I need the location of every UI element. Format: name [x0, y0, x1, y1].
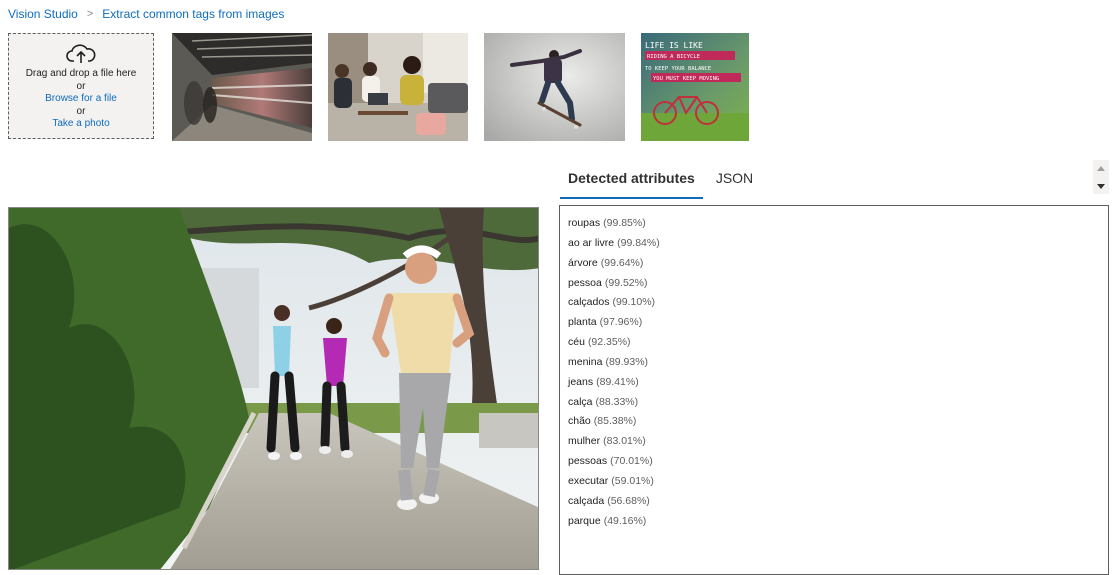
tag-confidence: (99.64%)	[600, 256, 644, 269]
tag-name: calça	[568, 395, 593, 408]
tag-name: pessoa	[568, 276, 602, 289]
scroll-down-arrow-icon[interactable]	[1097, 184, 1105, 189]
poster-text-line4: YOU MUST KEEP MOVING	[653, 76, 719, 82]
tag-name: ao ar livre	[568, 236, 615, 249]
tag-item: jeans (89.41%)	[568, 373, 1100, 393]
tag-name: menina	[568, 355, 603, 368]
tag-item: menina (89.93%)	[568, 353, 1100, 373]
tag-confidence: (56.68%)	[607, 494, 650, 507]
tag-confidence: (88.33%)	[595, 395, 639, 408]
sample-image-skateboarder[interactable]	[484, 33, 625, 141]
tag-item: árvore (99.64%)	[568, 254, 1100, 274]
poster-text-line3: TO KEEP YOUR BALANCE	[645, 66, 711, 72]
tag-item: chão (85.38%)	[568, 412, 1100, 432]
tag-confidence: (97.96%)	[599, 316, 643, 329]
dropzone-or: or	[76, 80, 86, 92]
detected-attributes-panel: roupas (99.85%) ao ar livre (99.84%) árvore(…	[559, 205, 1109, 575]
tag-list: roupas (99.85%) ao ar livre (99.84%) árvore(…	[568, 214, 1100, 532]
poster-text-line2: RIDING A BICYCLE	[647, 54, 700, 60]
tag-confidence: (59.01%)	[611, 474, 654, 487]
tag-name: calçada	[568, 494, 605, 507]
tag-confidence: (99.10%)	[612, 296, 656, 309]
tag-name: calçados	[568, 296, 610, 309]
tag-item: parque (49.16%)	[568, 512, 1100, 532]
tag-name: jeans	[568, 375, 594, 388]
tag-item: calça (88.33%)	[568, 393, 1100, 413]
tag-confidence: (49.16%)	[603, 514, 647, 527]
tag-confidence: (92.35%)	[587, 336, 631, 349]
tag-item: roupas (99.85%)	[568, 214, 1100, 234]
tag-confidence: (89.93%)	[605, 355, 649, 368]
dropzone-instruction: Drag and drop a file here	[25, 68, 137, 79]
result-tabs: Detected attributes JSON	[560, 160, 761, 199]
scroll-up-arrow-icon[interactable]	[1097, 166, 1105, 171]
tag-name: chão	[568, 415, 591, 428]
tag-name: planta	[568, 316, 597, 329]
tag-item: calçada (56.68%)	[568, 492, 1100, 512]
dropzone-or: or	[76, 105, 86, 117]
tag-item: céu (92.35%)	[568, 333, 1100, 353]
tag-confidence: (70.01%)	[610, 455, 653, 468]
tag-item: planta (97.96%)	[568, 313, 1100, 333]
breadcrumb: Vision Studio > Extract common tags from…	[8, 7, 284, 21]
breadcrumb-home-link[interactable]: Vision Studio	[8, 7, 78, 21]
tag-name: roupas	[568, 217, 601, 229]
tag-name: céu	[568, 336, 585, 349]
page-scrollbar[interactable]	[1093, 160, 1109, 194]
tag-name: mulher	[568, 435, 601, 448]
tag-confidence: (99.85%)	[603, 217, 646, 229]
tag-name: árvore	[568, 256, 598, 269]
file-dropzone[interactable]: Drag and drop a file here or Browse for …	[8, 33, 154, 139]
tag-item: mulher (83.01%)	[568, 432, 1100, 452]
breadcrumb-current-link[interactable]: Extract common tags from images	[102, 7, 284, 21]
tag-confidence: (99.52%)	[604, 276, 648, 289]
take-photo-link[interactable]: Take a photo	[9, 118, 153, 131]
tag-item: pessoa (99.52%)	[568, 274, 1100, 294]
tag-item: executar (59.01%)	[568, 472, 1100, 492]
poster-text-line1: LIFE IS LIKE	[645, 41, 703, 50]
tag-item: calçados (99.10%)	[568, 293, 1100, 313]
tag-confidence: (85.38%)	[593, 415, 637, 428]
tag-name: parque	[568, 514, 601, 527]
tag-item: ao ar livre (99.84%)	[568, 234, 1100, 254]
tag-name: pessoas	[568, 455, 608, 468]
tab-detected-attributes[interactable]: Detected attributes	[560, 160, 703, 199]
sample-image-poster[interactable]: LIFE IS LIKE RIDING A BICYCLE TO KEEP YO…	[641, 33, 749, 141]
tag-confidence: (99.84%)	[617, 236, 660, 249]
tag-confidence: (83.01%)	[603, 435, 646, 448]
browse-file-link[interactable]: Browse for a file	[9, 93, 153, 106]
analyzed-image	[8, 207, 539, 570]
tab-json[interactable]: JSON	[708, 160, 761, 197]
tag-item: pessoas (70.01%)	[568, 452, 1100, 472]
cloud-upload-icon	[66, 44, 96, 63]
tag-confidence: (89.41%)	[596, 375, 639, 388]
chevron-right-icon: >	[86, 8, 94, 20]
sample-image-train[interactable]	[172, 33, 312, 141]
sample-image-meeting[interactable]	[328, 33, 468, 141]
tag-name: executar	[568, 474, 609, 487]
